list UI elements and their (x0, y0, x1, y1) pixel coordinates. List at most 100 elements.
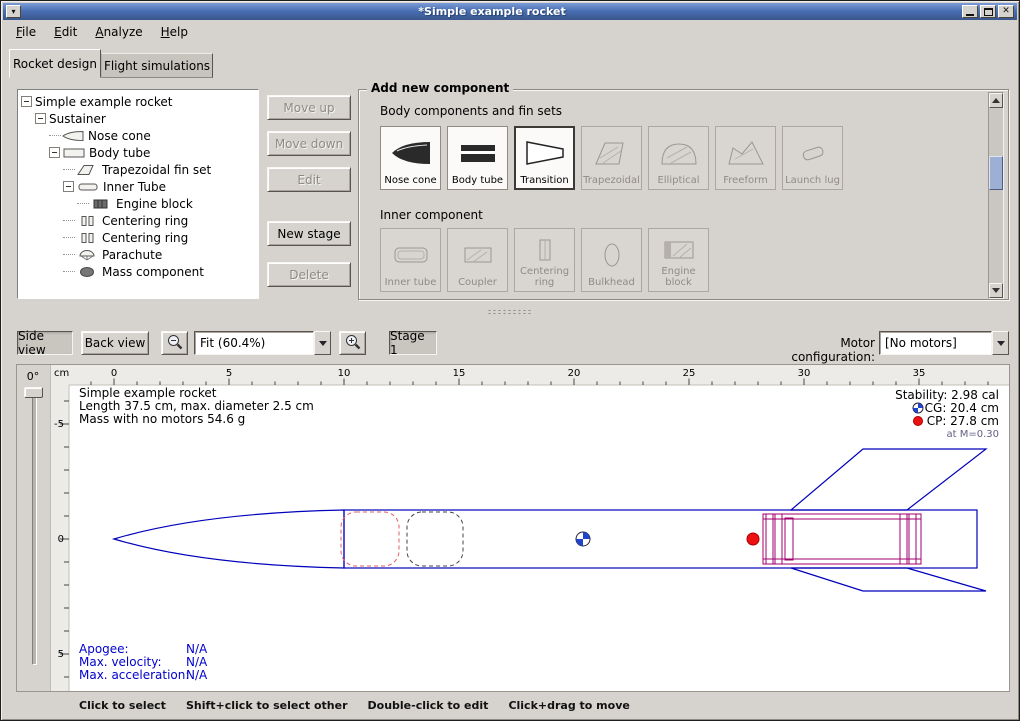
component-tree[interactable]: Simple example rocket Sustainer Nose con… (17, 89, 259, 299)
tree-item-engine-block[interactable]: Engine block (18, 195, 258, 212)
splitter[interactable] (3, 306, 1017, 318)
add-body-tube-button[interactable]: Body tube (447, 126, 508, 190)
add-centering-ring-button[interactable]: Centering ring (514, 228, 575, 292)
zoom-out-button[interactable] (161, 331, 188, 355)
cg-marker[interactable] (576, 532, 590, 546)
trapezoidal-fin-icon (590, 130, 634, 176)
maximize-button[interactable] (980, 5, 996, 18)
cg-legend-icon (913, 403, 923, 413)
maximize-icon (984, 8, 993, 16)
new-stage-button[interactable]: New stage (267, 221, 351, 246)
back-view-button[interactable]: Back view (81, 331, 149, 355)
add-transition-button[interactable]: Transition (514, 126, 575, 190)
body-tube-icon (63, 147, 85, 159)
tab-rocket-design[interactable]: Rocket design (9, 49, 101, 78)
rotation-slider-track[interactable] (32, 391, 37, 665)
component-scrollbar[interactable] (988, 92, 1004, 299)
nose-cone-shape[interactable] (114, 510, 344, 568)
mass-component-shape[interactable] (407, 512, 463, 566)
svg-text:15: 15 (453, 368, 466, 379)
mass-component-icon (76, 266, 98, 278)
combo-arrow-icon[interactable] (314, 331, 331, 355)
parachute-shape[interactable] (341, 512, 399, 566)
rotation-slider-handle[interactable] (24, 387, 43, 398)
cp-legend-icon (914, 417, 923, 426)
tree-item-body-tube[interactable]: Body tube (18, 144, 258, 161)
edit-button[interactable]: Edit (267, 167, 351, 192)
add-trapezoidal-fin-button[interactable]: Trapezoidal (581, 126, 642, 190)
close-button[interactable]: ✕ (998, 5, 1014, 18)
launch-lug-icon (791, 130, 835, 176)
max-velocity-label: Max. velocity: (79, 655, 162, 669)
tree-item-mass-component[interactable]: Mass component (18, 263, 258, 280)
add-component-title: Add new component (367, 81, 513, 95)
cp-marker[interactable] (747, 533, 759, 545)
rocket-figure-canvas[interactable]: cm 0 5 10 15 20 25 30 35 -5 0 5 (51, 365, 1009, 691)
tree-toggle[interactable] (35, 113, 46, 124)
ruler-unit-label: cm (54, 368, 69, 379)
combo-arrow-icon[interactable] (992, 331, 1009, 355)
titlebar[interactable]: ▾ *Simple example rocket ✕ (3, 3, 1017, 20)
app-window: ▾ *Simple example rocket ✕ File Edit Ana… (0, 0, 1020, 721)
menu-help[interactable]: Help (152, 22, 197, 42)
menu-file[interactable]: File (7, 22, 45, 42)
svg-text:0: 0 (111, 368, 117, 379)
max-acceleration-value: N/A (186, 668, 208, 682)
minimize-button[interactable] (962, 5, 978, 18)
stage-1-button[interactable]: Stage 1 (389, 331, 437, 355)
tree-item-inner-tube[interactable]: Inner Tube (18, 178, 258, 195)
add-bulkhead-button[interactable]: Bulkhead (581, 228, 642, 292)
fin-lower-shape[interactable] (791, 568, 986, 591)
zoom-select[interactable]: Fit (60.4%) (194, 331, 331, 355)
delete-button[interactable]: Delete (267, 262, 351, 287)
zoom-in-button[interactable] (339, 331, 366, 355)
zoom-out-icon (166, 333, 184, 354)
move-up-button[interactable]: Move up (267, 95, 351, 120)
inner-component-buttons: Inner tube Coupler Centering ring Bulkhe… (380, 228, 709, 292)
max-velocity-value: N/A (186, 655, 208, 669)
tree-item-parachute[interactable]: Parachute (18, 246, 258, 263)
bulkhead-icon (590, 232, 634, 278)
inner-tube-assembly[interactable] (763, 514, 921, 564)
tree-toggle[interactable] (63, 181, 74, 192)
menu-analyze[interactable]: Analyze (86, 22, 151, 42)
add-inner-tube-button[interactable]: Inner tube (380, 228, 441, 292)
minimize-icon (966, 14, 974, 16)
engine-block-icon (657, 232, 701, 267)
tree-item-centering-ring-2[interactable]: Centering ring (18, 229, 258, 246)
svg-text:5: 5 (58, 649, 64, 660)
add-elliptical-fin-button[interactable]: Elliptical (648, 126, 709, 190)
rocket-figure-panel[interactable]: 0° cm 0 5 10 15 20 25 30 35 -5 0 5 (17, 365, 1009, 691)
add-freeform-fin-button[interactable]: Freeform (715, 126, 776, 190)
window-title: *Simple example rocket (24, 5, 960, 18)
fin-set-icon (76, 164, 98, 176)
tree-toggle[interactable] (49, 147, 60, 158)
add-nose-cone-button[interactable]: Nose cone (380, 126, 441, 190)
statusbar: Click to select Shift+click to select ot… (17, 695, 1003, 715)
scrollbar-thumb[interactable] (989, 156, 1003, 190)
tree-item-centering-ring-1[interactable]: Centering ring (18, 212, 258, 229)
tree-item-rocket[interactable]: Simple example rocket (18, 93, 258, 110)
menu-edit[interactable]: Edit (45, 22, 86, 42)
move-down-button[interactable]: Move down (267, 131, 351, 156)
scroll-down-button[interactable] (989, 283, 1003, 298)
scroll-up-button[interactable] (989, 93, 1003, 108)
tree-item-nose-cone[interactable]: Nose cone (18, 127, 258, 144)
add-engine-block-button[interactable]: Engine block (648, 228, 709, 292)
motor-configuration-select[interactable]: [No motors] (879, 331, 1009, 355)
add-coupler-button[interactable]: Coupler (447, 228, 508, 292)
svg-text:0: 0 (58, 534, 64, 545)
side-view-button[interactable]: Side view (17, 331, 73, 355)
rocket-outlines (114, 449, 986, 591)
tab-flight-simulations[interactable]: Flight simulations (101, 53, 213, 78)
freeform-fin-icon (724, 130, 768, 176)
fin-upper-shape[interactable] (791, 449, 986, 510)
add-launch-lug-button[interactable]: Launch lug (782, 126, 843, 190)
tree-toggle[interactable] (21, 96, 32, 107)
tree-item-sustainer[interactable]: Sustainer (18, 110, 258, 127)
hint-click-select: Click to select (79, 699, 166, 712)
centering-ring-icon (76, 232, 98, 244)
tree-item-fin-set[interactable]: Trapezoidal fin set (18, 161, 258, 178)
zoom-value: Fit (60.4%) (194, 331, 314, 355)
window-menu-button[interactable]: ▾ (6, 5, 21, 18)
